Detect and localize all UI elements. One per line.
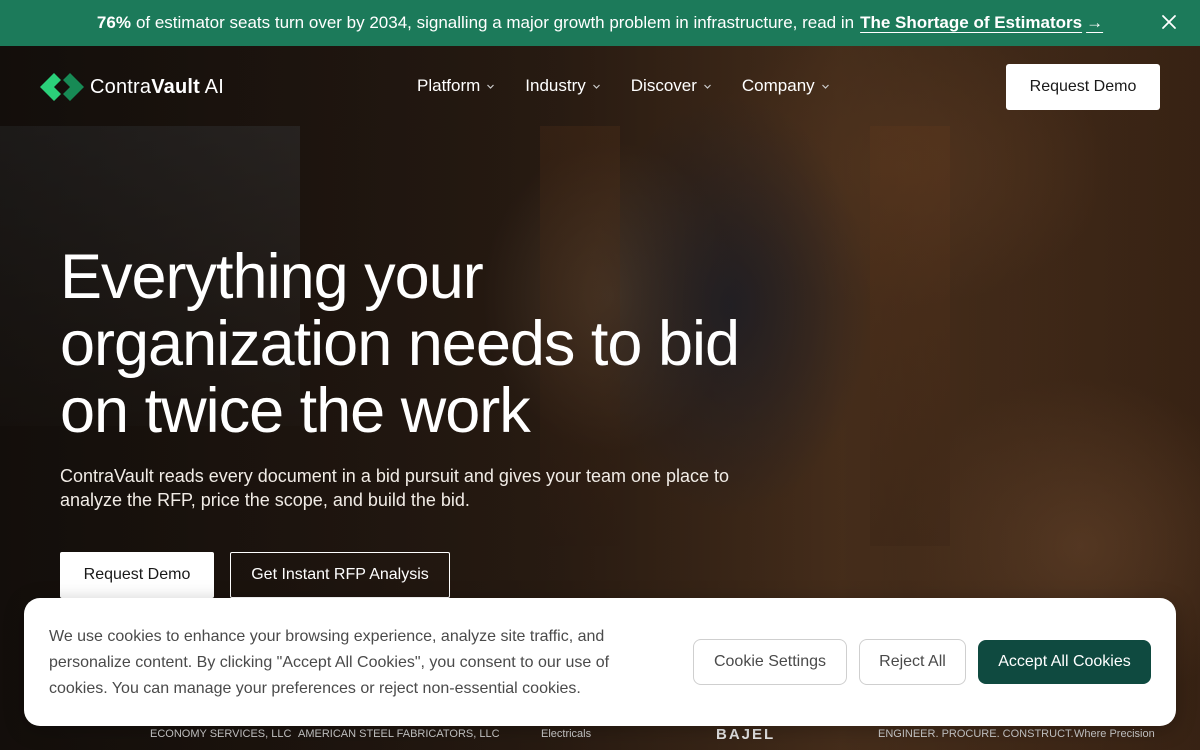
chevron-down-icon xyxy=(703,84,711,89)
hero-request-demo-button[interactable]: Request Demo xyxy=(60,552,214,598)
announcement-bar: 76% of estimator seats turn over by 2034… xyxy=(0,0,1200,46)
rfp-analysis-button[interactable]: Get Instant RFP Analysis xyxy=(230,552,450,598)
customer-logo: Electricals xyxy=(541,728,592,740)
nav-item-label: Industry xyxy=(525,76,586,95)
brand-logo[interactable]: ContraVault AI xyxy=(40,72,224,102)
close-icon[interactable] xyxy=(1158,11,1180,33)
hero-subhead: ContraVault reads every document in a bi… xyxy=(60,466,730,510)
chevron-down-icon xyxy=(821,84,829,89)
chevron-down-icon xyxy=(487,84,495,89)
customer-logo: Where Precision xyxy=(1074,728,1155,740)
customer-logo: BAJEL xyxy=(716,726,776,743)
cookie-message: We use cookies to enhance your browsing … xyxy=(49,628,610,697)
chevron-down-icon xyxy=(592,84,600,89)
customer-logo: AMERICAN STEEL FABRICATORS, LLC xyxy=(298,728,500,740)
reject-all-button[interactable]: Reject All xyxy=(859,639,966,685)
hero-headline: Everything your organization needs to bi… xyxy=(60,242,740,446)
nav-item-company[interactable]: Company xyxy=(742,76,830,96)
customer-logo: ECONOMY SERVICES, LLC xyxy=(150,728,292,740)
nav-item-label: Company xyxy=(741,76,815,95)
announcement-percent: 76% xyxy=(96,13,131,32)
arrow-right-icon[interactable]: → xyxy=(1086,13,1103,33)
cookie-banner: We use cookies to enhance your browsing … xyxy=(24,598,1176,726)
nav-item-industry[interactable]: Industry xyxy=(525,76,600,96)
accept-all-cookies-button[interactable]: Accept All Cookies xyxy=(978,640,1151,684)
nav-item-label: Discover xyxy=(630,76,697,95)
brand-name: ContraVault AI xyxy=(90,75,224,98)
nav-request-demo-button[interactable]: Request Demo xyxy=(1006,64,1160,110)
nav-item-platform[interactable]: Platform xyxy=(417,76,495,96)
announcement-link[interactable]: The Shortage of Estimators xyxy=(860,13,1082,33)
customer-logo: ENGINEER. PROCURE. CONSTRUCT. xyxy=(878,728,1074,740)
nav-item-discover[interactable]: Discover xyxy=(631,76,712,96)
nav-menu: Platform Industry Discover Company xyxy=(417,76,830,96)
main-nav: ContraVault AI Platform Industry Discove… xyxy=(0,46,1200,128)
cookie-settings-button[interactable]: Cookie Settings xyxy=(693,639,847,685)
announcement-text: of estimator seats turn over by 2034, si… xyxy=(135,13,855,32)
logo-mark-icon xyxy=(40,73,84,101)
nav-item-label: Platform xyxy=(417,76,481,95)
